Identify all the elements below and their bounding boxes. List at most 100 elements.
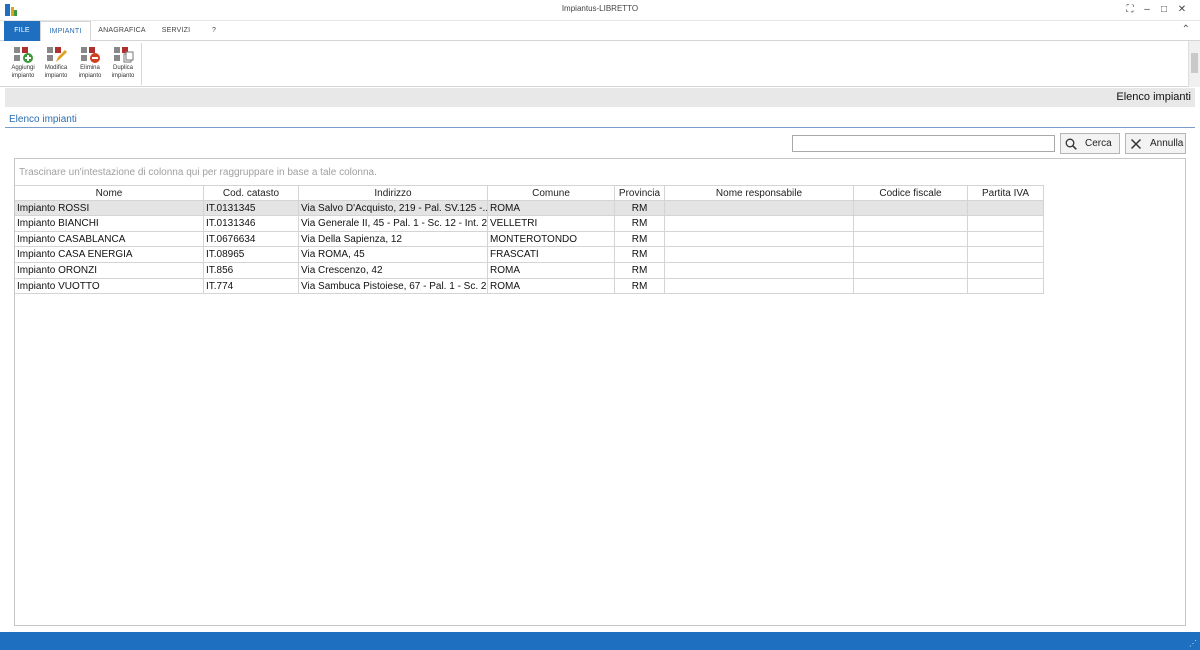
col-header-comune[interactable]: Comune	[488, 185, 615, 201]
duplicate-plant-label-1: Duplica	[112, 65, 133, 71]
table-cell[interactable]: ROMA	[488, 200, 615, 217]
search-button-label: Cerca	[1085, 138, 1112, 149]
duplicate-plant-label-2: impianto	[111, 73, 135, 79]
close-button[interactable]: ✕	[1174, 2, 1190, 18]
close-icon	[1130, 138, 1142, 150]
maximize-button[interactable]: □	[1156, 2, 1172, 18]
duplicate-plant-icon	[114, 47, 134, 63]
table-cell[interactable]	[854, 262, 968, 279]
table-cell[interactable]	[854, 216, 968, 232]
edit-plant-button[interactable]: Modifica impianto	[39, 44, 73, 86]
add-plant-label-1: Aggiungi	[11, 65, 35, 71]
tab-servizi[interactable]: SERVIZI	[155, 21, 197, 41]
cancel-button[interactable]: Annulla	[1125, 133, 1186, 154]
edit-plant-label-2: impianto	[44, 73, 68, 79]
ribbon-scroll-thumb[interactable]	[1191, 53, 1198, 73]
col-header-provincia[interactable]: Provincia	[615, 185, 665, 201]
fullscreen-button[interactable]: ⛶	[1122, 2, 1138, 18]
col-header-nome-responsabile[interactable]: Nome responsabile	[665, 185, 854, 201]
table-cell[interactable]	[665, 278, 854, 295]
col-header-nome[interactable]: Nome	[15, 185, 204, 201]
delete-plant-button[interactable]: Elimina impianto	[73, 44, 107, 86]
table-cell[interactable]: Via Generale II, 45 - Pal. 1 - Sc. 12 - …	[299, 216, 488, 232]
table-cell[interactable]: FRASCATI	[488, 247, 615, 263]
section-header: Elenco impianti	[5, 88, 1195, 107]
tab-file[interactable]: FILE	[4, 21, 40, 41]
table-cell[interactable]: RM	[615, 216, 665, 232]
table-cell[interactable]	[854, 231, 968, 248]
table-cell[interactable]: RM	[615, 262, 665, 279]
table-cell[interactable]	[968, 216, 1044, 232]
table-cell[interactable]: RM	[615, 278, 665, 295]
table-cell[interactable]: Via Sambuca Pistoiese, 67 - Pal. 1 - Sc.…	[299, 278, 488, 295]
title-bar: Impiantus-LIBRETTO ⛶ – □ ✕	[0, 0, 1200, 21]
minimize-button[interactable]: –	[1139, 2, 1155, 18]
edit-plant-icon	[47, 47, 67, 62]
table-cell[interactable]	[854, 247, 968, 263]
table-cell[interactable]: Impianto CASABLANCA	[15, 231, 204, 248]
table-cell[interactable]: IT.856	[204, 262, 299, 279]
table-cell[interactable]: RM	[615, 247, 665, 263]
table-cell[interactable]: Via Salvo D'Acquisto, 219 - Pal. SV.125 …	[299, 200, 488, 217]
table-cell[interactable]	[854, 278, 968, 295]
group-by-hint[interactable]: Trascinare un'intestazione di colonna qu…	[19, 167, 377, 178]
table-cell[interactable]: Impianto ORONZI	[15, 262, 204, 279]
table-cell[interactable]: Impianto ROSSI	[15, 200, 204, 217]
col-header-partita-iva[interactable]: Partita IVA	[968, 185, 1044, 201]
collapse-ribbon-icon[interactable]: ⌃	[1182, 24, 1190, 35]
table-cell[interactable]	[968, 200, 1044, 217]
table-cell[interactable]: RM	[615, 200, 665, 217]
delete-plant-icon	[81, 47, 100, 63]
edit-plant-label-1: Modifica	[44, 65, 68, 71]
tab-help[interactable]: ?	[204, 21, 224, 41]
table-cell[interactable]	[968, 278, 1044, 295]
duplicate-plant-button[interactable]: Duplica impianto	[106, 44, 140, 86]
panel-title: Elenco impianti	[9, 114, 77, 125]
table-cell[interactable]	[665, 216, 854, 232]
col-header-codice-fiscale[interactable]: Codice fiscale	[854, 185, 968, 201]
tab-anagrafica[interactable]: ANAGRAFICA	[95, 21, 149, 41]
table-cell[interactable]	[968, 247, 1044, 263]
delete-plant-label-1: Elimina	[80, 65, 100, 71]
table-cell[interactable]	[968, 231, 1044, 248]
table-cell[interactable]: RM	[615, 231, 665, 248]
section-title: Elenco impianti	[1116, 91, 1191, 103]
ribbon-scrollbar[interactable]	[1188, 41, 1200, 87]
add-plant-icon	[14, 47, 33, 63]
table-cell[interactable]: IT.0676634	[204, 231, 299, 248]
table-cell[interactable]	[665, 247, 854, 263]
table-cell[interactable]: Impianto BIANCHI	[15, 216, 204, 232]
table-cell[interactable]: VELLETRI	[488, 216, 615, 232]
col-header-indirizzo[interactable]: Indirizzo	[299, 185, 488, 201]
add-plant-button[interactable]: Aggiungi impianto	[6, 44, 40, 86]
table-cell[interactable]: Impianto CASA ENERGIA	[15, 247, 204, 263]
cancel-button-label: Annulla	[1150, 138, 1184, 149]
table-cell[interactable]: MONTEROTONDO	[488, 231, 615, 248]
table-cell[interactable]: IT.08965	[204, 247, 299, 263]
table-cell[interactable]: IT.774	[204, 278, 299, 295]
table-cell[interactable]: IT.0131345	[204, 200, 299, 217]
table-cell[interactable]: IT.0131346	[204, 216, 299, 232]
search-input[interactable]	[792, 135, 1055, 152]
ribbon-panel: Aggiungi impianto Modifica impianto Elim…	[0, 41, 1200, 87]
resize-grip-icon[interactable]: ⋰	[1189, 639, 1197, 648]
table-cell[interactable]: Via Crescenzo, 42	[299, 262, 488, 279]
table-cell[interactable]: ROMA	[488, 278, 615, 295]
ribbon-tabs: FILE IMPIANTI ANAGRAFICA SERVIZI ? ⌃	[0, 21, 1200, 42]
table-cell[interactable]	[665, 200, 854, 217]
table-cell[interactable]: Via Della Sapienza, 12	[299, 231, 488, 248]
table-cell[interactable]	[854, 200, 968, 217]
search-icon	[1065, 138, 1077, 150]
window-title: Impiantus-LIBRETTO	[561, 4, 639, 13]
table-cell[interactable]: Impianto VUOTTO	[15, 278, 204, 295]
tab-impianti[interactable]: IMPIANTI	[40, 21, 91, 42]
table-cell[interactable]: ROMA	[488, 262, 615, 279]
table-cell[interactable]	[665, 231, 854, 248]
search-button[interactable]: Cerca	[1060, 133, 1120, 154]
table-cell[interactable]	[968, 262, 1044, 279]
table-cell[interactable]	[665, 262, 854, 279]
status-bar: ⋰	[0, 632, 1200, 650]
delete-plant-label-2: impianto	[78, 73, 102, 79]
table-cell[interactable]: Via ROMA, 45	[299, 247, 488, 263]
col-header-cod-catasto[interactable]: Cod. catasto	[204, 185, 299, 201]
